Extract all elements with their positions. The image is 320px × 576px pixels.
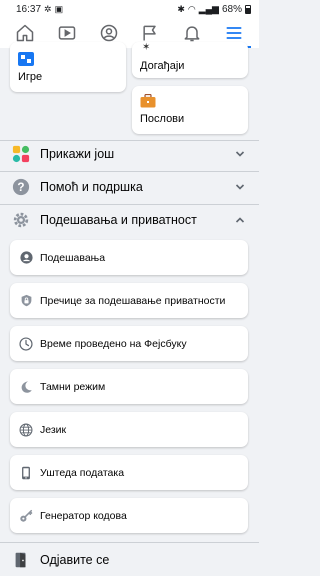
settings-privacy-label: Подешавања и приватност — [40, 213, 197, 227]
settings-item-privacy-shortcuts[interactable]: Пречице за подешавање приватности — [10, 283, 248, 318]
signal-icon: ▂▄▆ — [198, 3, 219, 14]
user-settings-icon — [18, 250, 34, 266]
flag-icon — [143, 25, 157, 41]
chevron-up-icon — [235, 217, 245, 223]
settings-item-label: Језик — [40, 423, 67, 436]
jobs-label: Послови — [140, 113, 185, 125]
briefcase-icon — [140, 93, 156, 108]
see-more-label: Прикажи још — [40, 147, 115, 161]
events-label: Догађаји — [140, 60, 185, 72]
question-icon: ? — [10, 176, 32, 198]
clock-icon — [18, 336, 34, 352]
settings-item-time-spent[interactable]: Време проведено на Фејсбуку — [10, 326, 248, 361]
key-icon — [18, 508, 34, 524]
logout-label: Одјавите се — [40, 552, 110, 567]
battery-percent: 68% — [221, 3, 242, 15]
status-bar: 16:37 ✲ ▣ ✱ ◠ ▂▄▆ 68% — [0, 0, 259, 18]
svg-text:?: ? — [17, 181, 24, 194]
settings-item-label: Пречице за подешавање приватности — [40, 294, 226, 307]
chevron-down-icon — [235, 151, 245, 157]
bell-icon — [184, 26, 200, 42]
moon-icon — [18, 379, 34, 395]
gallery-icon: ▣ — [54, 3, 64, 14]
home-icon — [16, 24, 34, 42]
settings-item-dark-mode[interactable]: Тамни режим — [10, 369, 248, 404]
help-support-label: Помоћ и подршка — [40, 180, 143, 194]
games-icon — [18, 52, 34, 66]
bluetooth-icon: ✱ — [177, 3, 185, 14]
menu-content: Игре ✶ Догађаји Послови Прикажи још ? По… — [0, 42, 259, 576]
gear-icon — [10, 209, 32, 231]
shortcut-events[interactable]: ✶ Догађаји — [132, 42, 248, 78]
privacy-lock-icon — [18, 293, 34, 309]
shortcut-jobs[interactable]: Послови — [132, 86, 248, 134]
video-icon — [58, 26, 75, 40]
games-label: Игре — [18, 71, 43, 83]
settings-privacy-row[interactable]: Подешавања и приватност — [0, 205, 259, 235]
settings-item-label: Тамни режим — [40, 380, 106, 393]
help-support-row[interactable]: ? Помоћ и подршка — [0, 172, 259, 202]
apps-icon — [10, 143, 32, 165]
wifi-icon: ◠ — [187, 3, 196, 14]
settings-item-label: Време проведено на Фејсбуку — [40, 337, 187, 350]
logout-row[interactable]: Одјавите се — [0, 543, 259, 576]
status-time: 16:37 — [16, 3, 42, 15]
settings-item-language[interactable]: Језик — [10, 412, 248, 447]
settings-item-data-saver[interactable]: Уштеда података — [10, 455, 248, 490]
battery-icon — [245, 4, 251, 14]
hamburger-menu-icon — [226, 27, 242, 39]
globe-icon — [18, 422, 34, 438]
events-icon: ✶ — [142, 42, 151, 53]
phone-icon — [18, 465, 34, 481]
door-exit-icon — [10, 549, 32, 571]
settings-item-label: Генератор кодова — [40, 509, 127, 522]
see-more-row[interactable]: Прикажи још — [0, 139, 259, 169]
chevron-down-icon — [235, 184, 245, 190]
shortcut-games[interactable]: Игре — [10, 42, 126, 92]
settings-item-label: Уштеда података — [40, 466, 125, 479]
profile-icon — [100, 24, 117, 42]
settings-item-settings[interactable]: Подешавања — [10, 240, 248, 275]
settings-item-label: Подешавања — [40, 251, 106, 264]
notification-icon: ✲ — [44, 3, 52, 14]
settings-item-code-generator[interactable]: Генератор кодова — [10, 498, 248, 533]
